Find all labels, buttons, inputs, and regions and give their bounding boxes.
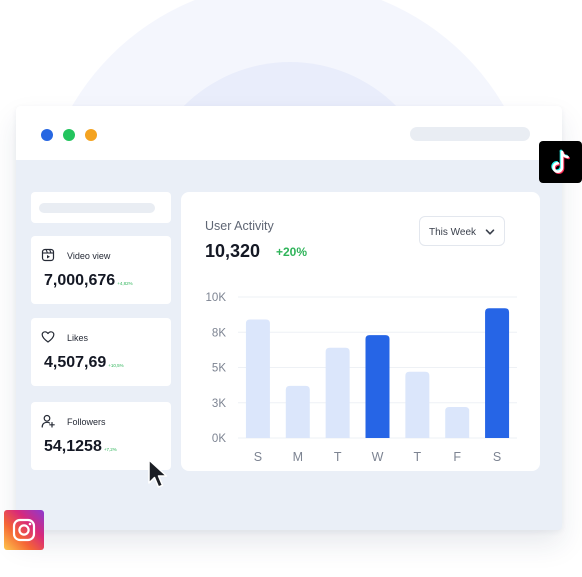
instagram-badge[interactable] bbox=[4, 510, 44, 550]
address-bar-placeholder[interactable] bbox=[410, 127, 530, 141]
chart-bar[interactable] bbox=[285, 385, 310, 438]
x-tick-label: S bbox=[254, 450, 262, 464]
y-tick-label: 8K bbox=[212, 327, 226, 339]
y-tick-label: 3K bbox=[212, 398, 226, 410]
heart-icon bbox=[41, 331, 55, 343]
y-tick-label: 0K bbox=[212, 433, 226, 445]
x-tick-label: S bbox=[493, 450, 501, 464]
app-window: Video view 7,000,676 +4,82% Likes 4,507,6… bbox=[16, 106, 562, 530]
user-activity-bar-chart: 0K 3K 5K 8K 10K S M T W T F S bbox=[206, 292, 517, 464]
tiktok-badge[interactable] bbox=[539, 141, 582, 183]
search-placeholder-bar bbox=[39, 203, 155, 213]
sidebar-search-card[interactable] bbox=[31, 192, 171, 223]
stat-card-video-views[interactable]: Video view 7,000,676 +4,82% bbox=[31, 236, 171, 304]
chart-bar[interactable] bbox=[325, 347, 350, 438]
y-tick-label: 5K bbox=[212, 363, 226, 375]
stat-change: +10,5% bbox=[108, 363, 124, 368]
chart-bar[interactable] bbox=[405, 371, 430, 438]
chart-bar[interactable] bbox=[445, 406, 470, 438]
chart-bar[interactable] bbox=[245, 319, 270, 438]
video-icon bbox=[41, 248, 55, 262]
user-activity-card: User Activity 10,320 +20% This Week 0K 3K… bbox=[181, 192, 540, 471]
mouse-cursor-icon bbox=[148, 459, 168, 488]
chart-bar[interactable] bbox=[485, 308, 510, 438]
window-minimize-dot[interactable] bbox=[63, 129, 75, 141]
x-tick-label: M bbox=[293, 450, 303, 464]
stat-label: Followers bbox=[67, 417, 106, 427]
add-user-icon bbox=[41, 414, 55, 428]
stat-card-likes[interactable]: Likes 4,507,69 +10,5% bbox=[31, 318, 171, 386]
x-tick-label: T bbox=[414, 450, 422, 464]
window-titlebar bbox=[16, 106, 562, 160]
stat-value: 4,507,69 +10,5% bbox=[44, 354, 124, 371]
stat-change: +4,82% bbox=[117, 281, 133, 286]
x-tick-label: T bbox=[334, 450, 342, 464]
stat-label: Video view bbox=[67, 251, 111, 261]
stat-value: 7,000,676 +4,82% bbox=[44, 272, 133, 289]
stat-change: +7,2% bbox=[103, 447, 117, 452]
y-tick-label: 10K bbox=[206, 292, 227, 304]
stat-label: Likes bbox=[67, 333, 89, 343]
window-maximize-dot[interactable] bbox=[85, 129, 97, 141]
stat-value: 54,1258 +7,2% bbox=[44, 438, 117, 455]
instagram-icon bbox=[12, 518, 36, 542]
x-tick-label: F bbox=[453, 450, 461, 464]
tiktok-icon bbox=[551, 149, 570, 174]
x-tick-label: W bbox=[372, 450, 384, 464]
chart-bar[interactable] bbox=[365, 335, 390, 438]
window-close-dot[interactable] bbox=[41, 129, 53, 141]
